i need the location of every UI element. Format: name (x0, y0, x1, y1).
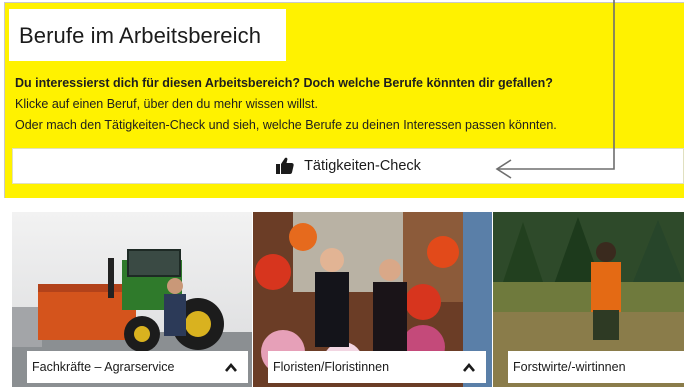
intro-text: Du interessierst dich für diesen Arbeits… (15, 73, 675, 136)
section-title-box: Berufe im Arbeitsbereich (9, 9, 286, 61)
section-title: Berufe im Arbeitsbereich (19, 23, 262, 48)
career-caption[interactable]: Floristen/Floristinnen (268, 351, 486, 383)
thumbs-up-icon (276, 157, 294, 174)
career-tile-forstwirte[interactable]: Forstwirte/-wirtinnen (493, 212, 684, 387)
career-label: Floristen/Floristinnen (273, 360, 390, 374)
career-tile-agrarservice[interactable]: Fachkräfte – Agrarservice (12, 212, 252, 387)
career-label: Fachkräfte – Agrarservice (32, 360, 175, 374)
chevron-up-icon[interactable] (224, 361, 238, 373)
career-caption[interactable]: Fachkräfte – Agrarservice (27, 351, 248, 383)
intro-click-hint: Klicke auf einen Beruf, über den du mehr… (15, 97, 318, 111)
career-caption[interactable]: Forstwirte/-wirtinnen (508, 351, 684, 383)
intro-question: Du interessierst dich für diesen Arbeits… (15, 76, 553, 90)
page: Berufe im Arbeitsbereich Du interessiers… (0, 0, 684, 387)
career-label: Forstwirte/-wirtinnen (513, 360, 626, 374)
activities-check-label: Tätigkeiten-Check (304, 158, 421, 174)
intro-check-hint: Oder mach den Tätigkeiten-Check und sieh… (15, 118, 557, 132)
chevron-up-icon[interactable] (462, 361, 476, 373)
activities-check-button[interactable]: Tätigkeiten-Check (12, 148, 684, 184)
career-tile-floristen[interactable]: Floristen/Floristinnen (253, 212, 492, 387)
